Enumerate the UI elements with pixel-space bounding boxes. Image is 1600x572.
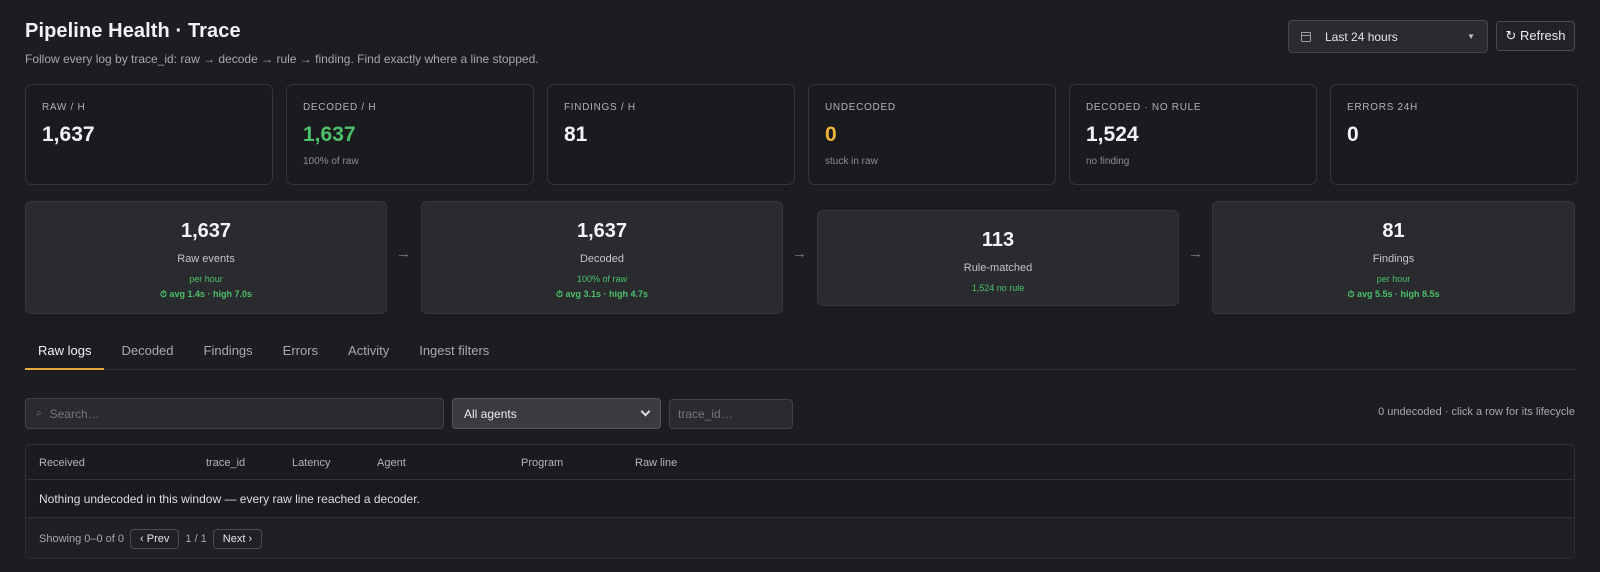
column-header-program[interactable]: Program <box>521 457 563 469</box>
tab-decoded[interactable]: Decoded <box>108 333 186 369</box>
raw-logs-table: Received trace_id Latency Agent Program … <box>25 444 1575 559</box>
trace-id-field[interactable] <box>669 399 793 429</box>
page-title: Pipeline Health · Trace <box>25 20 241 42</box>
stat-value: 1,637 <box>42 123 95 146</box>
stat-label: ERRORS 24H <box>1347 102 1418 113</box>
pipeline-flow: 1,637 Raw events per hour ⏱ avg 1.4s · h… <box>25 201 1575 314</box>
stat-label: RAW / H <box>42 102 86 113</box>
tab-ingest-filters[interactable]: Ingest filters <box>406 333 502 369</box>
tab-raw-logs[interactable]: Raw logs <box>25 333 105 370</box>
flow-timing: ⏱ avg 5.5s · high 8.5s <box>1347 289 1440 299</box>
column-header-agent[interactable]: Agent <box>377 457 406 469</box>
stat-card-raw: RAW / H 1,637 <box>25 84 273 185</box>
flow-label: Raw events <box>177 253 235 265</box>
undecoded-hint: 0 undecoded · click a row for its lifecy… <box>1378 406 1575 418</box>
column-header-raw-line[interactable]: Raw line <box>635 457 677 469</box>
flow-timing: ⏱ avg 1.4s · high 7.0s <box>159 289 253 299</box>
stat-label: DECODED · NO RULE <box>1086 102 1202 113</box>
flow-stage-findings[interactable]: 81 Findings per hour ⏱ avg 5.5s · high 8… <box>1212 201 1575 314</box>
tab-bar: Raw logs Decoded Findings Errors Activit… <box>25 333 1575 370</box>
tab-activity[interactable]: Activity <box>335 333 402 369</box>
stat-label: FINDINGS / H <box>564 102 636 113</box>
tab-errors[interactable]: Errors <box>270 333 331 369</box>
stat-label: UNDECODED <box>825 102 896 113</box>
pagination: Showing 0–0 of 0 ‹ Prev 1 / 1 Next › <box>26 518 1574 558</box>
flow-value: 1,637 <box>180 220 232 242</box>
refresh-button[interactable]: ↻ Refresh <box>1496 21 1575 51</box>
arrow-right-icon: → <box>792 245 807 262</box>
empty-state-message: Nothing undecoded in this window — every… <box>26 480 1574 518</box>
stat-card-undecoded: UNDECODED 0 stuck in raw <box>808 84 1056 185</box>
stat-value: 0 <box>1347 123 1359 146</box>
flow-sub: per hour <box>189 274 223 284</box>
time-range-label: Last 24 hours <box>1325 29 1398 44</box>
page-subtitle: Follow every log by trace_id: raw → deco… <box>25 52 539 66</box>
stat-sub: no finding <box>1086 156 1130 167</box>
flow-value: 81 <box>1382 220 1405 242</box>
flow-sub: per hour <box>1376 274 1411 284</box>
table-header: Received trace_id Latency Agent Program … <box>26 445 1574 480</box>
prev-page-button[interactable]: ‹ Prev <box>130 529 180 549</box>
flow-sub: 1,524 no rule <box>971 283 1025 293</box>
trace-id-input[interactable] <box>678 407 784 421</box>
flow-label: Findings <box>1372 253 1415 265</box>
calendar-icon <box>1301 31 1311 42</box>
stat-cards: RAW / H 1,637 DECODED / H 1,637 100% of … <box>25 84 1578 185</box>
stat-sub: stuck in raw <box>825 156 878 167</box>
stat-value: 81 <box>564 123 588 146</box>
search-icon: ⌕ <box>36 408 42 419</box>
pagination-summary: Showing 0–0 of 0 <box>39 533 125 545</box>
stat-value: 1,524 <box>1086 123 1139 146</box>
arrow-right-icon: → <box>1188 245 1203 262</box>
stat-sub: 100% of raw <box>303 156 359 167</box>
column-header-trace-id[interactable]: trace_id <box>206 457 245 469</box>
stat-card-findings: FINDINGS / H 81 <box>547 84 795 185</box>
tab-findings[interactable]: Findings <box>191 333 266 369</box>
agent-select[interactable]: All agents <box>452 398 661 429</box>
stat-value: 0 <box>825 123 837 146</box>
flow-value: 113 <box>981 229 1015 251</box>
column-header-received[interactable]: Received <box>39 457 85 469</box>
chevron-down-icon <box>640 406 651 417</box>
time-range-select[interactable]: Last 24 hours ▼ <box>1288 20 1488 53</box>
column-header-latency[interactable]: Latency <box>292 457 331 469</box>
stat-label: DECODED / H <box>303 102 377 113</box>
stat-card-decoded: DECODED / H 1,637 100% of raw <box>286 84 534 185</box>
flow-stage-raw[interactable]: 1,637 Raw events per hour ⏱ avg 1.4s · h… <box>25 201 387 314</box>
flow-stage-rule-matched[interactable]: 113 Rule-matched 1,524 no rule <box>817 210 1179 306</box>
arrow-right-icon: → <box>396 245 411 262</box>
flow-stage-decoded[interactable]: 1,637 Decoded 100% of raw ⏱ avg 3.1s · h… <box>421 201 783 314</box>
page-header: Pipeline Health · Trace Follow every log… <box>25 20 539 66</box>
stat-card-no-rule: DECODED · NO RULE 1,524 no finding <box>1069 84 1317 185</box>
search-input[interactable] <box>49 406 433 421</box>
flow-label: Decoded <box>579 253 625 265</box>
flow-timing: ⏱ avg 3.1s · high 4.7s <box>555 289 649 299</box>
flow-value: 1,637 <box>576 220 628 242</box>
next-page-button[interactable]: Next › <box>212 529 263 549</box>
flow-sub: 100% of raw <box>576 274 628 284</box>
flow-label: Rule-matched <box>963 262 1033 274</box>
page-indicator: 1 / 1 <box>185 533 207 545</box>
agent-select-value: All agents <box>464 406 517 421</box>
stat-value: 1,637 <box>303 123 356 146</box>
stat-card-errors: ERRORS 24H 0 <box>1330 84 1578 185</box>
search-field[interactable]: ⌕ <box>25 398 444 429</box>
caret-down-icon: ▼ <box>1467 32 1475 41</box>
